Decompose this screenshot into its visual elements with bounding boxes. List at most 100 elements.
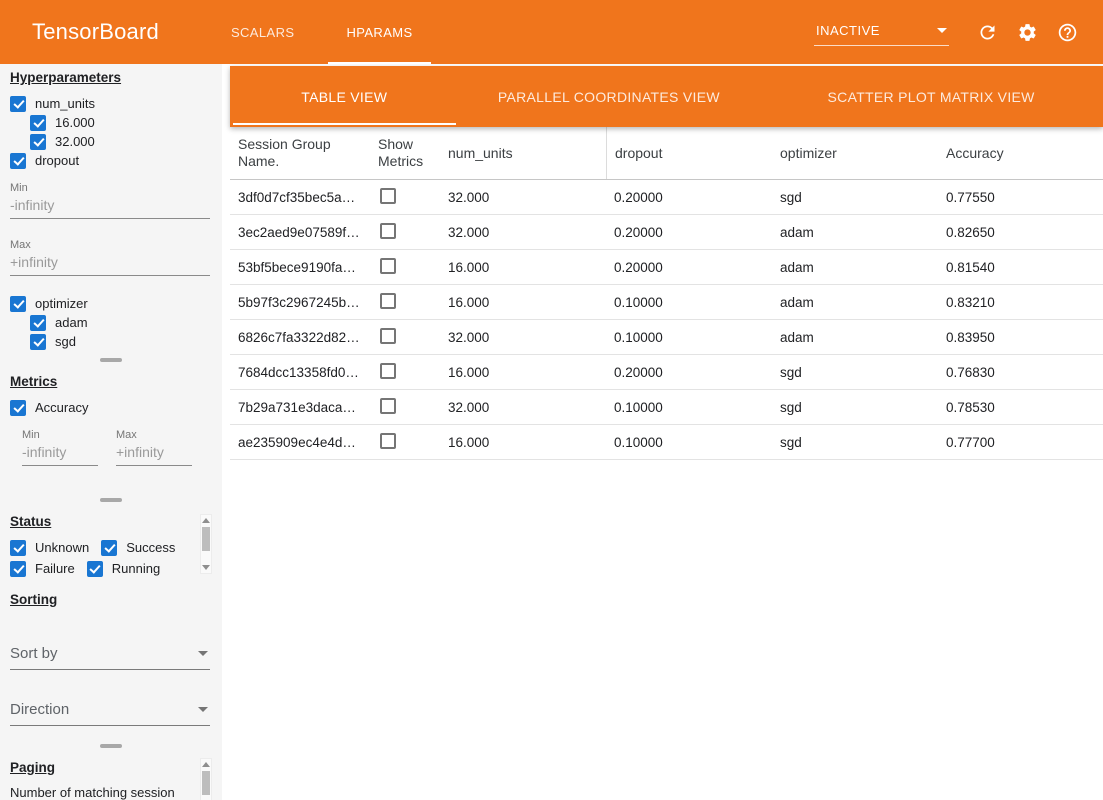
status-failure-checkbox[interactable]: Failure [10,559,75,578]
dropout-cell: 0.10000 [606,400,772,415]
main-content: TABLE VIEW PARALLEL COORDINATES VIEW SCA… [230,66,1103,800]
sort-by-select[interactable]: Sort by [10,640,210,670]
num-units-cell: 16.000 [440,260,606,275]
session-group-name-cell: 6826c7fa3322d82… [230,330,370,345]
optimizer-adam-checkbox[interactable]: adam [30,313,212,332]
sidebar: Hyperparameters num_units 16.000 32.000 … [0,64,222,800]
accuracy-cell: 0.77550 [938,190,1103,205]
tab-hparams[interactable]: HPARAMS [320,0,438,64]
num-units-cell: 16.000 [440,365,606,380]
chevron-down-icon [937,28,947,33]
pane-resize-handle[interactable] [100,498,122,502]
optimizer-cell: sgd [772,190,938,205]
accuracy-min-label: Min [22,429,98,441]
optimizer-cell: adam [772,330,938,345]
optimizer-sgd-checkbox[interactable]: sgd [30,332,212,351]
column-header-num-units[interactable]: num_units [440,139,606,168]
status-success-checkbox[interactable]: Success [101,538,175,557]
optimizer-cell: adam [772,260,938,275]
dropout-min-label: Min [10,182,212,194]
sorting-heading: Sorting [10,592,212,610]
table-row: 7b29a731e3daca… 32.000 0.10000 sgd 0.785… [230,390,1103,425]
num-units-16-label: 16.000 [55,115,95,130]
status-scrollbar[interactable] [200,514,212,574]
status-heading: Status [10,514,212,532]
table-row: ae235909ec4e4d… 16.000 0.10000 sgd 0.777… [230,425,1103,460]
help-icon[interactable] [1055,20,1079,44]
checkbox-icon [10,540,26,556]
accuracy-max-field: Max [116,417,192,466]
show-metrics-checkbox[interactable] [380,433,396,449]
column-header-optimizer[interactable]: optimizer [772,139,938,168]
show-metrics-checkbox[interactable] [380,363,396,379]
num-units-16-checkbox[interactable]: 16.000 [30,113,212,132]
metrics-heading: Metrics [10,374,212,392]
scroll-thumb[interactable] [202,527,210,551]
direction-value: Direction [10,701,69,718]
status-unknown-label: Unknown [35,540,89,555]
optimizer-cell: adam [772,295,938,310]
tab-scatter-plot-matrix-view[interactable]: SCATTER PLOT MATRIX VIEW [759,66,1103,127]
tab-parallel-coordinates-view[interactable]: PARALLEL COORDINATES VIEW [459,66,760,127]
num-units-cell: 32.000 [440,330,606,345]
session-group-name-cell: 3ec2aed9e07589f… [230,225,370,240]
checkbox-icon [101,540,117,556]
show-metrics-checkbox[interactable] [380,328,396,344]
status-success-label: Success [126,540,175,555]
status-unknown-checkbox[interactable]: Unknown [10,538,89,557]
optimizer-cell: sgd [772,435,938,450]
accuracy-cell: 0.77700 [938,435,1103,450]
table-header-row: Session Group Name. Show Metrics num_uni… [230,127,1103,180]
num-units-cell: 32.000 [440,190,606,205]
column-header-accuracy[interactable]: Accuracy [938,139,1103,168]
column-header-session-group-name[interactable]: Session Group Name. [230,130,370,176]
accuracy-max-input[interactable] [116,441,192,466]
pane-resize-handle[interactable] [100,744,122,748]
optimizer-cell: adam [772,225,938,240]
dropout-cell: 0.10000 [606,330,772,345]
checkbox-icon [87,561,103,577]
column-header-dropout[interactable]: dropout [606,127,772,179]
num-units-32-label: 32.000 [55,134,95,149]
num-units-32-checkbox[interactable]: 32.000 [30,132,212,151]
accuracy-label: Accuracy [35,400,88,415]
run-status-value: INACTIVE [816,23,880,38]
optimizer-cell: sgd [772,365,938,380]
accuracy-min-field: Min [22,417,98,466]
tab-scalars[interactable]: SCALARS [205,0,321,64]
scroll-thumb[interactable] [202,771,210,795]
scroll-up-icon[interactable] [202,762,210,767]
dropout-max-input[interactable] [10,251,210,276]
direction-select[interactable]: Direction [10,696,210,726]
chevron-down-icon [198,651,208,656]
settings-icon[interactable] [1015,20,1039,44]
refresh-icon[interactable] [975,20,999,44]
num-units-checkbox[interactable]: num_units [10,94,212,113]
status-running-checkbox[interactable]: Running [87,559,160,578]
checkbox-icon [10,96,26,112]
column-header-show-metrics[interactable]: Show Metrics [370,130,440,176]
show-metrics-checkbox[interactable] [380,223,396,239]
tab-table-view[interactable]: TABLE VIEW [230,66,459,127]
metrics-pane: Metrics Accuracy Min Max [0,368,222,492]
accuracy-min-input[interactable] [22,441,98,466]
optimizer-checkbox[interactable]: optimizer [10,294,212,313]
optimizer-label: optimizer [35,296,88,311]
show-metrics-checkbox[interactable] [380,293,396,309]
paging-scrollbar[interactable] [200,758,212,800]
optimizer-cell: sgd [772,400,938,415]
scroll-down-icon[interactable] [202,565,210,570]
pane-resize-handle[interactable] [100,358,122,362]
scroll-up-icon[interactable] [202,518,210,523]
dropout-cell: 0.20000 [606,225,772,240]
dropout-checkbox[interactable]: dropout [10,151,212,170]
dropout-min-input[interactable] [10,194,210,219]
show-metrics-checkbox[interactable] [380,398,396,414]
show-metrics-checkbox[interactable] [380,258,396,274]
run-status-select[interactable]: INACTIVE [814,19,949,46]
accuracy-checkbox[interactable]: Accuracy [10,398,212,417]
num-units-label: num_units [35,96,95,111]
checkbox-icon [30,315,46,331]
show-metrics-checkbox[interactable] [380,188,396,204]
view-tabs: TABLE VIEW PARALLEL COORDINATES VIEW SCA… [230,66,1103,127]
